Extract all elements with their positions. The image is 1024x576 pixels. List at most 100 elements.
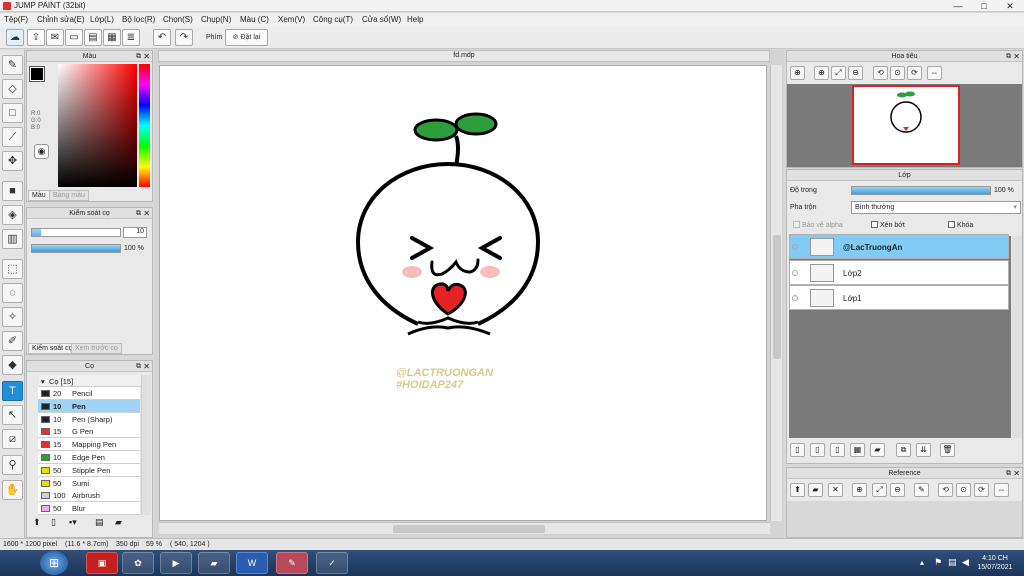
tab-palette[interactable]: Bảng màu (49, 190, 89, 201)
cloud-icon[interactable]: ☁ (6, 29, 24, 46)
palette-icon[interactable]: ◉ (34, 144, 49, 159)
layer-visibility-icon[interactable] (792, 269, 798, 276)
close-reference-icon[interactable]: ✕ (828, 483, 843, 497)
canvas-horizontal-scrollbar[interactable] (159, 522, 770, 534)
tray-network-icon[interactable]: ▤ (948, 557, 957, 568)
move-tool-icon[interactable]: ✥ (2, 151, 23, 171)
menu-edit[interactable]: Chỉnh sửa(E) (37, 15, 85, 24)
flip-icon[interactable]: ⇔ (927, 66, 942, 80)
fill-rect-tool-icon[interactable]: ■ (2, 181, 23, 201)
taskbar-app-icon[interactable]: ▣ (86, 552, 118, 574)
panel-close-icon[interactable]: ✕ (1013, 51, 1020, 62)
tray-volume-icon[interactable]: ◀ (962, 557, 969, 568)
brush-list-item[interactable]: 100 Airbrush (38, 489, 140, 503)
brush-list-item[interactable]: 50 Blur (38, 502, 140, 516)
menu-select[interactable]: Chọn(S) (163, 15, 193, 24)
menu-file[interactable]: Tệp(F) (4, 15, 28, 24)
brush-tool-icon[interactable]: ✎ (2, 55, 23, 75)
tray-arrow-icon[interactable]: ▴ (920, 558, 924, 567)
eyedropper-icon[interactable]: ⚲ (2, 455, 23, 475)
protect-alpha-checkbox[interactable]: Bảo vệ alpha (793, 221, 843, 229)
open-folder-icon[interactable]: ▰ (808, 483, 823, 497)
new-1bit-layer-icon[interactable]: ▦ (850, 443, 865, 457)
layer-row[interactable]: @LacTruongAn (789, 234, 1009, 259)
canvas-vertical-scrollbar[interactable] (770, 65, 782, 521)
saturation-value-picker[interactable] (58, 64, 137, 187)
brush-folder-icon[interactable]: ▰ (115, 517, 122, 528)
new-brush-icon[interactable]: ▯ (51, 517, 56, 528)
clipping-checkbox[interactable]: Xén bớt (871, 221, 905, 229)
ref-zoom-in-icon[interactable]: ⊕ (852, 483, 867, 497)
brush-list-item[interactable]: 15 Mapping Pen (38, 438, 140, 452)
panel-close-icon[interactable]: ✕ (143, 361, 150, 372)
hue-slider[interactable] (139, 64, 150, 187)
export-icon[interactable]: ⇪ (27, 29, 45, 46)
delete-layer-icon[interactable]: 🗑 (940, 443, 955, 457)
new-layer-icon[interactable]: ▯ (790, 443, 805, 457)
layer-opacity-slider[interactable] (851, 186, 991, 195)
drawing-canvas[interactable]: @LACTRUONGAN #HOIDAP247 (159, 65, 767, 521)
ref-rotate-right-icon[interactable]: ⟳ (974, 483, 989, 497)
select-pen-icon[interactable]: ✐ (2, 331, 23, 351)
panel-close-icon[interactable]: ✕ (1013, 468, 1020, 479)
paint-palette-taskbar-icon[interactable]: ✿ (122, 552, 154, 574)
start-button-icon[interactable]: ⊞ (40, 551, 68, 575)
maximize-button[interactable]: □ (970, 0, 998, 12)
brush-list-item[interactable]: 10 Pen (38, 399, 140, 413)
text-tool-icon[interactable]: T (2, 381, 23, 401)
layer-visibility-icon[interactable] (792, 295, 798, 301)
jump-paint-taskbar-icon[interactable]: ✎ (276, 552, 308, 574)
panel-float-icon[interactable]: ⧉ (136, 208, 141, 219)
gradient-tool-icon[interactable]: ▥ (2, 229, 23, 249)
layer-list-scrollbar[interactable] (1012, 236, 1022, 438)
brush-size-slider[interactable] (31, 228, 121, 237)
panel-float-icon[interactable]: ⧉ (1006, 51, 1011, 62)
ref-fit-icon[interactable]: ⤢ (872, 483, 887, 497)
magic-wand-icon[interactable]: ✧ (2, 307, 23, 327)
undo-button[interactable]: ↶ (153, 29, 171, 46)
tab-brush-control[interactable]: Kiểm soát cọ (28, 343, 77, 354)
brush-list-item[interactable]: 10 Edge Pen (38, 451, 140, 464)
panel-float-icon[interactable]: ⧉ (136, 361, 141, 372)
panel-float-icon[interactable]: ⧉ (136, 51, 141, 62)
fit-window-icon[interactable]: ⤢ (831, 66, 846, 80)
navigator-thumbnail[interactable] (852, 85, 960, 165)
menu-layer[interactable]: Lớp(L) (90, 15, 114, 24)
document-tab[interactable]: fd.mdp (158, 50, 770, 62)
menu-window[interactable]: Cửa sổ(W) (362, 15, 401, 24)
menu-tools[interactable]: Công cụ(T) (313, 15, 353, 24)
zoom-in-icon[interactable]: ⊕ (790, 66, 805, 80)
rect-tool-icon[interactable]: □ (2, 103, 23, 123)
explorer-taskbar-icon[interactable]: ▰ (198, 552, 230, 574)
duplicate-layer-icon[interactable]: ⧉ (896, 443, 911, 457)
word-taskbar-icon[interactable]: W (236, 552, 268, 574)
brush-list-item[interactable]: 50 Sumi (38, 476, 140, 490)
panel-close-icon[interactable]: ✕ (143, 51, 150, 62)
brush-list-item[interactable]: 15 G Pen (38, 425, 140, 439)
zoom-in-alt-icon[interactable]: ⊕ (814, 66, 829, 80)
blend-mode-select[interactable]: Bình thường ▾ (851, 201, 1021, 214)
brush-list-scrollbar[interactable] (141, 375, 151, 515)
menu-capture[interactable]: Chụp(N) (201, 15, 231, 24)
layer-row[interactable]: Lớp2 (789, 259, 1009, 285)
tab-color[interactable]: Màu (28, 190, 50, 201)
ref-zoom-out-icon[interactable]: ⊖ (890, 483, 905, 497)
divide-tool-icon[interactable]: ⧄ (2, 429, 23, 449)
ref-eyedropper-icon[interactable]: ✎ (914, 483, 929, 497)
eraser-tool-icon[interactable]: ◇ (2, 79, 23, 99)
reset-button[interactable]: ⊘ Đặt lại (225, 29, 268, 46)
tab-brush-preview[interactable]: Xem trước cọ (71, 343, 122, 354)
menu-filter[interactable]: Bộ lọc(R) (122, 15, 155, 24)
page-icon[interactable]: ▤ (84, 29, 102, 46)
brush-load-icon[interactable]: ⬆ (33, 517, 41, 528)
media-taskbar-icon[interactable]: ▶ (160, 552, 192, 574)
menu-view[interactable]: Xem(V) (278, 15, 305, 24)
list-icon[interactable]: ≣ (122, 29, 140, 46)
new-halftone-layer-icon[interactable]: ▯ (810, 443, 825, 457)
panel-float-icon[interactable]: ⧉ (1006, 468, 1011, 479)
lock-checkbox[interactable]: Khóa (948, 221, 973, 229)
ref-rotate-reset-icon[interactable]: ⊙ (956, 483, 971, 497)
brush-list-item[interactable]: 20 Pencil (38, 387, 140, 400)
rotate-reset-icon[interactable]: ⊙ (890, 66, 905, 80)
rotate-left-icon[interactable]: ⟲ (873, 66, 888, 80)
